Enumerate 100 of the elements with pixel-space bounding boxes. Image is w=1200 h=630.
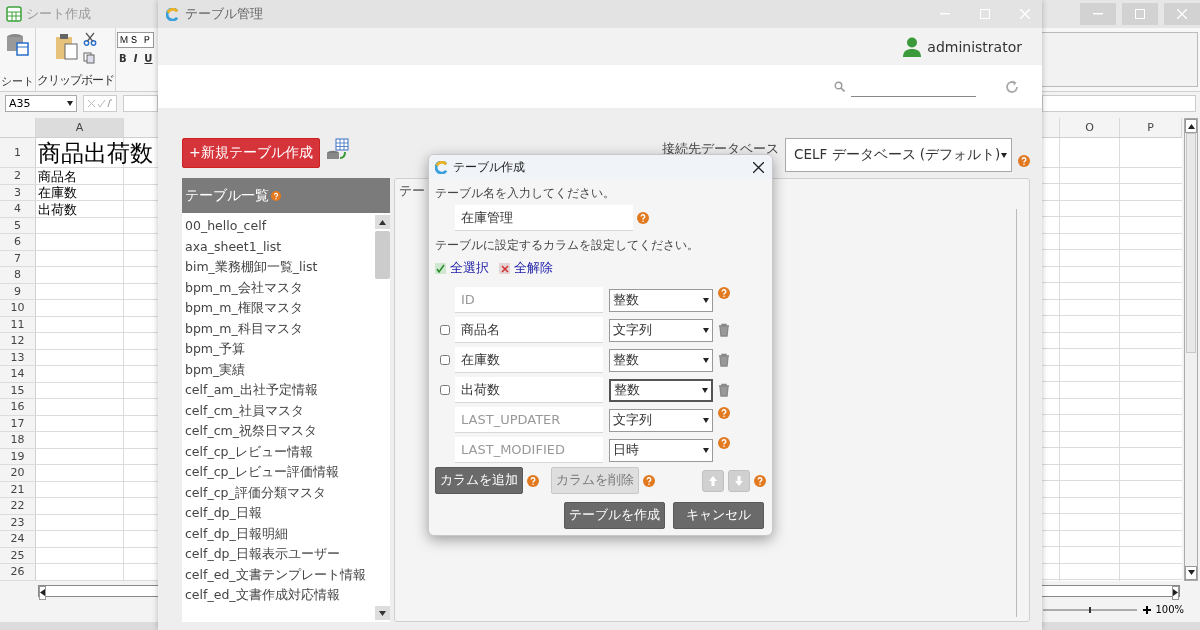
trash-icon[interactable] <box>718 383 730 397</box>
table-list-item[interactable]: celf_am_出社予定情報 <box>185 380 318 401</box>
database-sync-icon[interactable] <box>325 138 350 162</box>
add-column-button[interactable]: カラムを追加 <box>435 467 523 494</box>
maximize-button[interactable] <box>1122 3 1158 25</box>
scissors-icon[interactable] <box>83 32 97 46</box>
row-checkbox[interactable] <box>440 355 450 365</box>
group-label: シート <box>1 74 34 89</box>
type-select[interactable]: 整数 <box>609 348 713 372</box>
row-header[interactable]: 18 <box>0 432 36 448</box>
arrow-down-icon <box>735 475 743 486</box>
refresh-icon[interactable] <box>1004 78 1020 95</box>
deselect-all-link[interactable]: 全解除 <box>514 259 553 277</box>
close-button[interactable] <box>750 159 766 175</box>
table-name-field[interactable]: 在庫管理 <box>455 205 633 231</box>
scrollbar-thumb[interactable] <box>375 231 390 279</box>
table-list-item[interactable]: celf_ed_文書テンプレート情報 <box>185 564 366 585</box>
copy-icon[interactable] <box>83 52 95 64</box>
table-list-item[interactable]: bpm_予算 <box>185 339 246 360</box>
row-header[interactable]: 20 <box>0 465 36 481</box>
row-header[interactable]: 10 <box>0 300 36 316</box>
horizontal-scrollbar[interactable] <box>1042 584 1180 597</box>
table-list-item[interactable]: axa_sheet1_list <box>185 236 282 257</box>
scrollbar[interactable] <box>375 213 390 622</box>
table-list-item[interactable]: bpm_m_会社マスタ <box>185 277 303 298</box>
table-list-item[interactable]: bpm_m_権限マスタ <box>185 298 303 319</box>
format-button[interactable]: I <box>133 53 138 64</box>
caret-icon <box>67 100 73 106</box>
column-name-field[interactable]: 商品名 <box>455 317 603 343</box>
new-table-button[interactable]: +新規テーブル作成 <box>182 138 320 168</box>
type-select[interactable]: 日時 <box>609 438 713 462</box>
search-icon[interactable] <box>834 81 845 92</box>
trash-icon[interactable] <box>718 353 730 367</box>
font-name-field[interactable]: ＭＳ Ｐ <box>117 32 154 48</box>
table-list-item[interactable]: bpm_実績 <box>185 359 246 380</box>
help-icon[interactable] <box>1018 155 1030 167</box>
spreadsheet-icon <box>6 6 22 22</box>
type-select[interactable]: 整数 <box>609 288 713 312</box>
table-list-item[interactable]: celf_dp_日報 <box>185 503 262 524</box>
table-list-item[interactable]: bim_業務棚卸一覧_list <box>185 257 318 278</box>
maximize-icon <box>980 9 990 19</box>
panel-tab[interactable]: テー <box>399 183 425 200</box>
help-icon[interactable] <box>718 437 730 449</box>
deselect-all-icon[interactable] <box>499 262 510 274</box>
trash-icon[interactable] <box>718 323 730 337</box>
help-icon[interactable] <box>527 474 539 487</box>
table-list-item[interactable]: celf_cp_レビュー情報 <box>185 441 313 462</box>
user-name[interactable]: administrator <box>927 38 1022 55</box>
row-checkbox[interactable] <box>440 385 450 395</box>
table-list-item[interactable]: celf_ed_文書作成対応情報 <box>185 585 340 606</box>
help-icon[interactable] <box>643 474 655 487</box>
select-all-link[interactable]: 全選択 <box>450 259 489 277</box>
table-list-item[interactable]: celf_dp_日報明細 <box>185 523 288 544</box>
row-header[interactable]: 12 <box>0 333 36 349</box>
database-select[interactable]: CELF データベース (デフォルト) <box>785 138 1012 172</box>
type-select[interactable]: 文字列 <box>609 408 713 432</box>
column-name-field[interactable]: 出荷数 <box>455 377 603 403</box>
table-list-item[interactable]: celf_cm_社員マスタ <box>185 400 304 421</box>
plus-icon[interactable] <box>1143 605 1152 614</box>
row-header[interactable]: 6 <box>0 234 36 250</box>
row-header[interactable]: 1 <box>0 138 36 167</box>
help-icon[interactable] <box>637 212 649 224</box>
row-header[interactable]: 2 <box>0 168 36 184</box>
help-icon[interactable] <box>718 287 730 299</box>
type-select[interactable]: 文字列 <box>609 318 713 342</box>
formula-buttons-icon[interactable] <box>87 98 113 108</box>
column-name-field[interactable]: 在庫数 <box>455 347 603 373</box>
column-header[interactable]: A <box>36 118 124 137</box>
create-table-button[interactable]: テーブルを作成 <box>564 502 665 529</box>
select-all-icon[interactable] <box>435 262 446 274</box>
format-button[interactable]: U <box>144 53 153 64</box>
formula-field[interactable] <box>1042 94 1196 112</box>
format-button[interactable]: B <box>119 53 127 64</box>
type-select[interactable]: 整数 <box>609 378 713 402</box>
row-header[interactable]: 22 <box>0 498 36 514</box>
row-header[interactable]: 4 <box>0 201 36 217</box>
table-list-item[interactable]: 00_hello_celf <box>185 216 267 237</box>
paste-icon[interactable] <box>54 32 80 62</box>
row-header[interactable]: 24 <box>0 531 36 547</box>
table-list-item[interactable]: celf_cp_レビュー評価情報 <box>185 462 339 483</box>
help-icon[interactable] <box>271 190 281 201</box>
caret-icon <box>702 387 708 393</box>
table-list-item[interactable]: bpm_m_科目マスタ <box>185 318 303 339</box>
horizontal-scrollbar[interactable] <box>38 584 158 597</box>
table-list-item[interactable]: celf_dp_日報表示ユーザー <box>185 544 340 565</box>
row-header[interactable]: 26 <box>0 564 36 580</box>
table-list-item[interactable]: celf_cm_祝祭日マスタ <box>185 421 317 442</box>
caret-icon <box>703 447 709 453</box>
table-list-item[interactable]: celf_cp_評価分類マスタ <box>185 482 326 503</box>
zoom-slider[interactable] <box>1043 605 1140 614</box>
row-header[interactable]: 16 <box>0 399 36 415</box>
cancel-button[interactable]: キャンセル <box>673 502 764 529</box>
formula-field[interactable] <box>123 94 158 112</box>
help-icon[interactable] <box>718 407 730 419</box>
row-header[interactable]: 8 <box>0 267 36 283</box>
scrollbar[interactable] <box>1184 118 1198 581</box>
row-header[interactable]: 14 <box>0 366 36 382</box>
help-icon[interactable] <box>754 474 766 487</box>
name-box[interactable]: A35 <box>5 94 77 112</box>
row-checkbox[interactable] <box>440 325 450 335</box>
